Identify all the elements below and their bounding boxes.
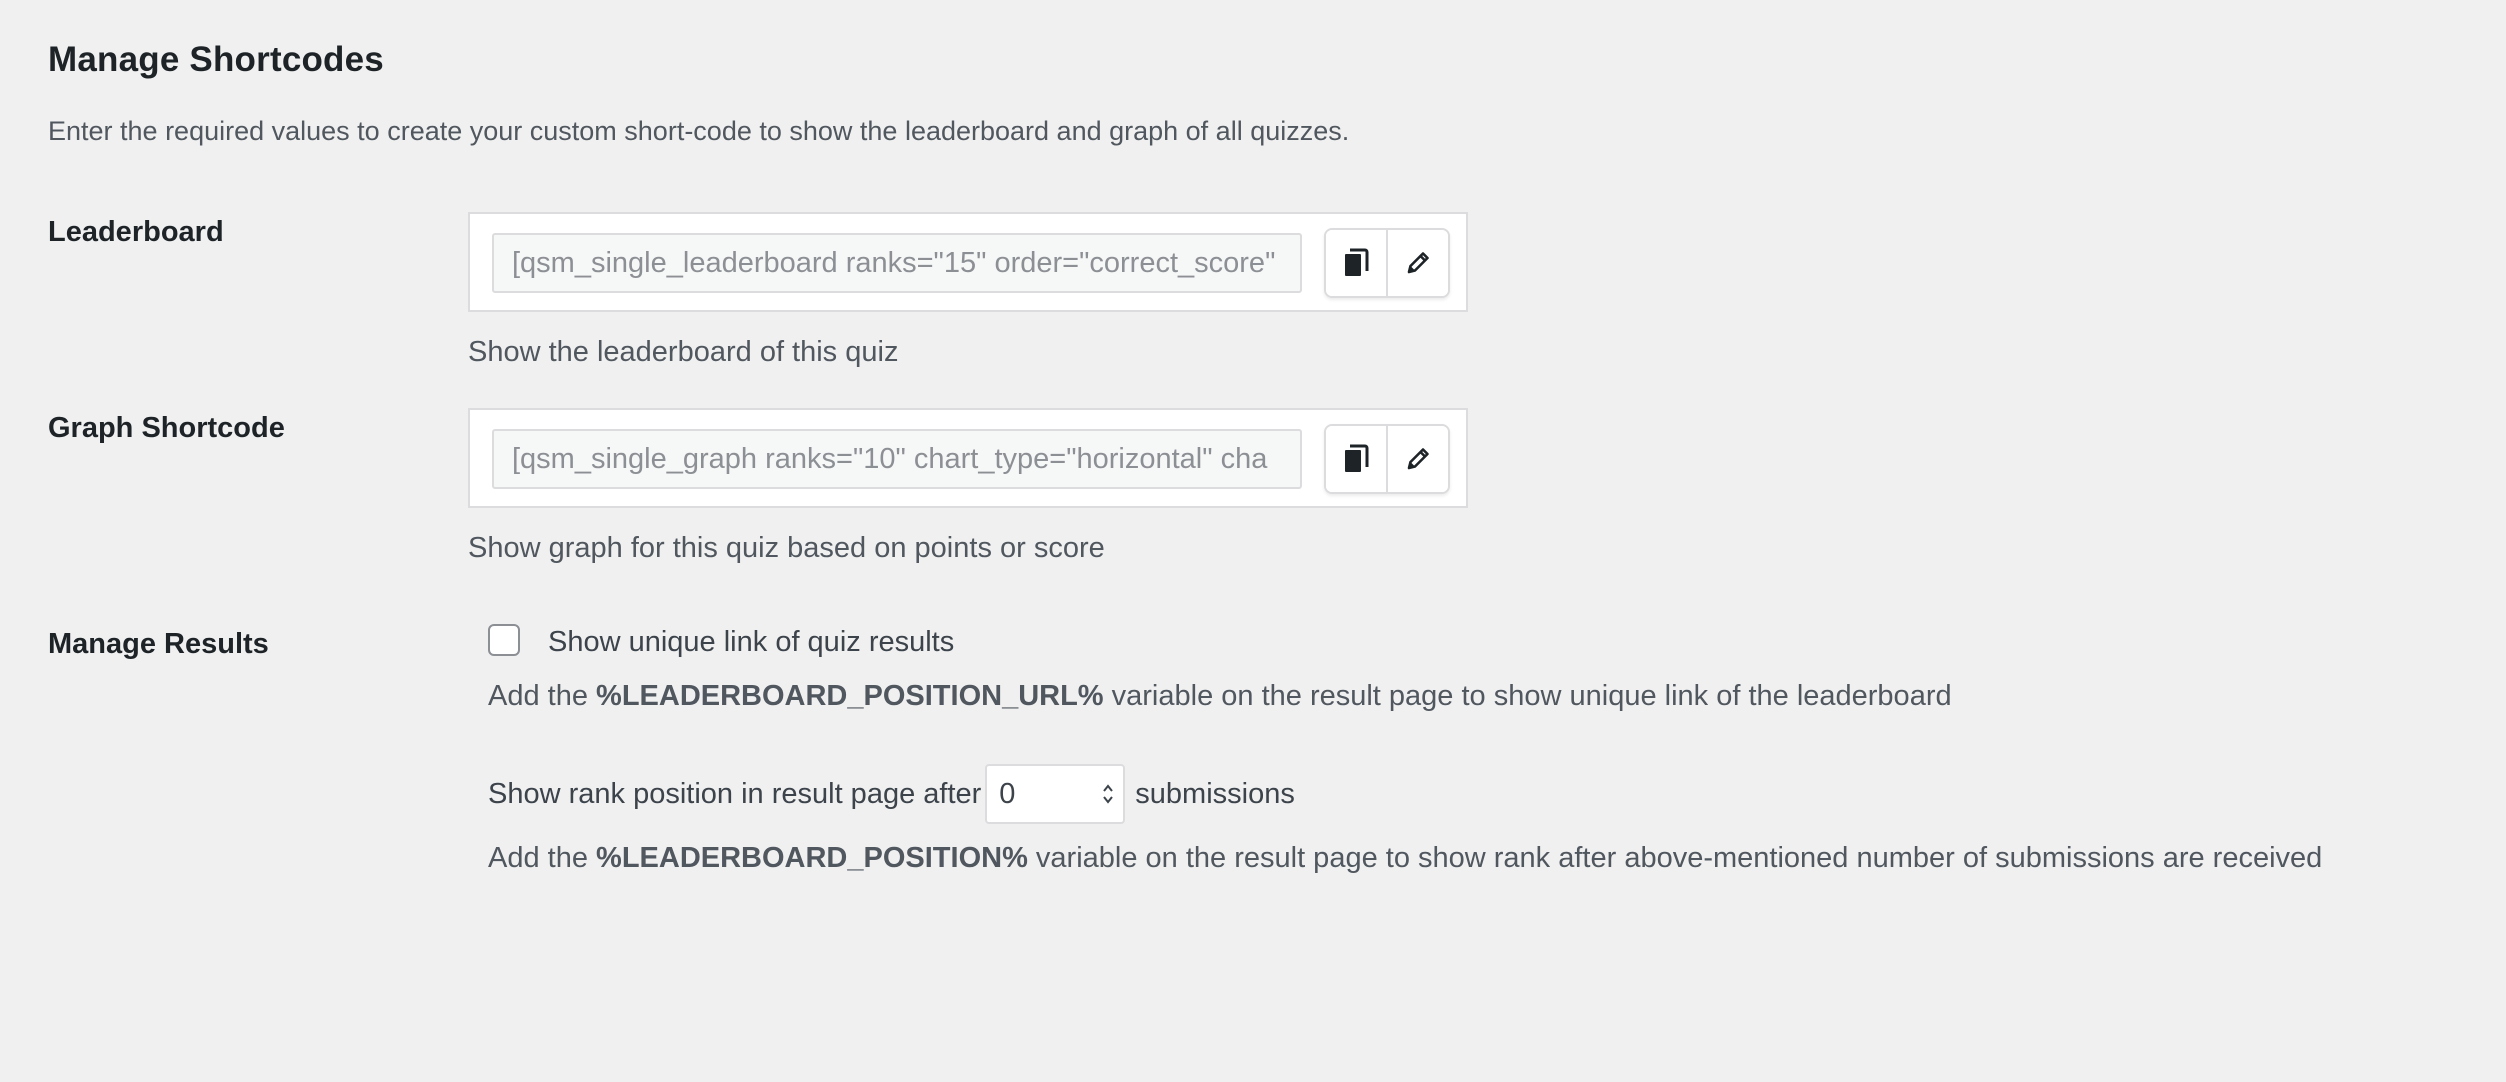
leaderboard-actions (1324, 228, 1450, 298)
url-note-variable: %LEADERBOARD_POSITION_URL% (596, 680, 1104, 712)
graph-shortcode-field[interactable]: [qsm_single_graph ranks="10" chart_type=… (492, 429, 1302, 489)
unique-link-checkbox-label[interactable]: Show unique link of quiz results (548, 626, 954, 659)
rank-position-setting: Show rank position in result page after … (488, 764, 1295, 824)
rank-submissions-value: 0 (999, 778, 1016, 810)
leaderboard-copy-button[interactable] (1326, 230, 1386, 296)
leaderboard-shortcode-box: [qsm_single_leaderboard ranks="15" order… (468, 212, 1468, 312)
leaderboard-edit-button[interactable] (1386, 230, 1448, 296)
manage-shortcodes-page: Manage Shortcodes Enter the required val… (0, 0, 2506, 1082)
graph-help: Show graph for this quiz based on points… (468, 532, 1105, 564)
url-note-suffix: variable on the result page to show uniq… (1103, 680, 1952, 712)
url-note-prefix: Add the (488, 680, 597, 712)
graph-edit-button[interactable] (1386, 426, 1448, 492)
unique-link-checkbox[interactable] (488, 624, 520, 656)
edit-pencil-icon (1407, 448, 1429, 470)
url-variable-note: Add the %LEADERBOARD_POSITION_URL% varia… (488, 680, 1952, 713)
page-description: Enter the required values to create your… (48, 116, 1350, 146)
manage-results-label: Manage Results (48, 628, 269, 660)
pos-note-variable: %LEADERBOARD_POSITION% (596, 842, 1028, 874)
graph-actions (1324, 424, 1450, 494)
pos-note-prefix: Add the (488, 842, 597, 874)
leaderboard-shortcode-field[interactable]: [qsm_single_leaderboard ranks="15" order… (492, 233, 1302, 293)
rank-prefix-label: Show rank position in result page after (488, 777, 982, 810)
copy-icon (1345, 444, 1369, 472)
pos-note-suffix: variable on the result page to show rank… (1027, 842, 2323, 874)
page-title: Manage Shortcodes (48, 40, 384, 79)
leaderboard-help: Show the leaderboard of this quiz (468, 336, 899, 368)
leaderboard-label: Leaderboard (48, 216, 224, 248)
position-variable-note: Add the %LEADERBOARD_POSITION% variable … (488, 842, 2322, 875)
copy-icon (1345, 248, 1369, 276)
rank-submissions-input[interactable]: 0 (985, 764, 1126, 824)
number-spinner-icon[interactable] (1101, 780, 1115, 808)
rank-suffix-label: submissions (1135, 777, 1295, 810)
edit-pencil-icon (1407, 252, 1429, 274)
graph-shortcode-label: Graph Shortcode (48, 412, 285, 444)
graph-shortcode-box: [qsm_single_graph ranks="10" chart_type=… (468, 408, 1468, 508)
graph-copy-button[interactable] (1326, 426, 1386, 492)
